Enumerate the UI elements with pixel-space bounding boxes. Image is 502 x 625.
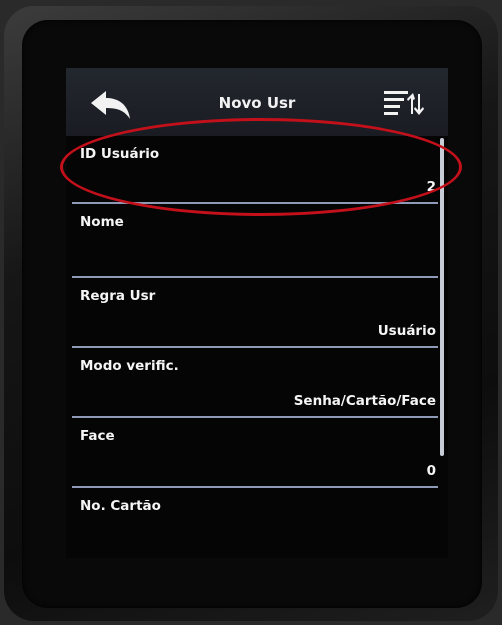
field-name[interactable]: Nome bbox=[72, 204, 438, 278]
field-user-role[interactable]: Regra Usr Usuário bbox=[72, 278, 438, 348]
field-label: Face bbox=[80, 428, 115, 444]
field-value: Senha/Cartão/Face bbox=[293, 393, 436, 409]
field-face[interactable]: Face 0 bbox=[72, 418, 438, 488]
field-label: Nome bbox=[80, 214, 124, 230]
back-arrow-icon bbox=[91, 91, 130, 119]
page-title: Novo Usr bbox=[218, 94, 296, 112]
field-value: Usuário bbox=[377, 323, 436, 339]
device-screen: Novo Usr ID Usuário 2 Nome Regra Usr Usu… bbox=[66, 68, 448, 558]
field-label: No. Cartão bbox=[80, 498, 161, 514]
field-value: 2 bbox=[426, 179, 436, 195]
scrollbar[interactable] bbox=[440, 138, 444, 456]
field-user-id[interactable]: ID Usuário 2 bbox=[72, 136, 438, 204]
field-label: Regra Usr bbox=[80, 288, 156, 304]
field-label: Modo verific. bbox=[80, 358, 179, 374]
screen-header: Novo Usr bbox=[66, 68, 448, 136]
menu-button[interactable] bbox=[382, 86, 426, 120]
field-label: ID Usuário bbox=[80, 146, 160, 162]
field-value: 0 bbox=[426, 463, 436, 479]
back-button[interactable] bbox=[88, 88, 134, 122]
sort-menu-icon bbox=[384, 91, 424, 115]
field-verify-mode[interactable]: Modo verific. Senha/Cartão/Face bbox=[72, 348, 438, 418]
field-card-number[interactable]: No. Cartão bbox=[72, 488, 438, 558]
